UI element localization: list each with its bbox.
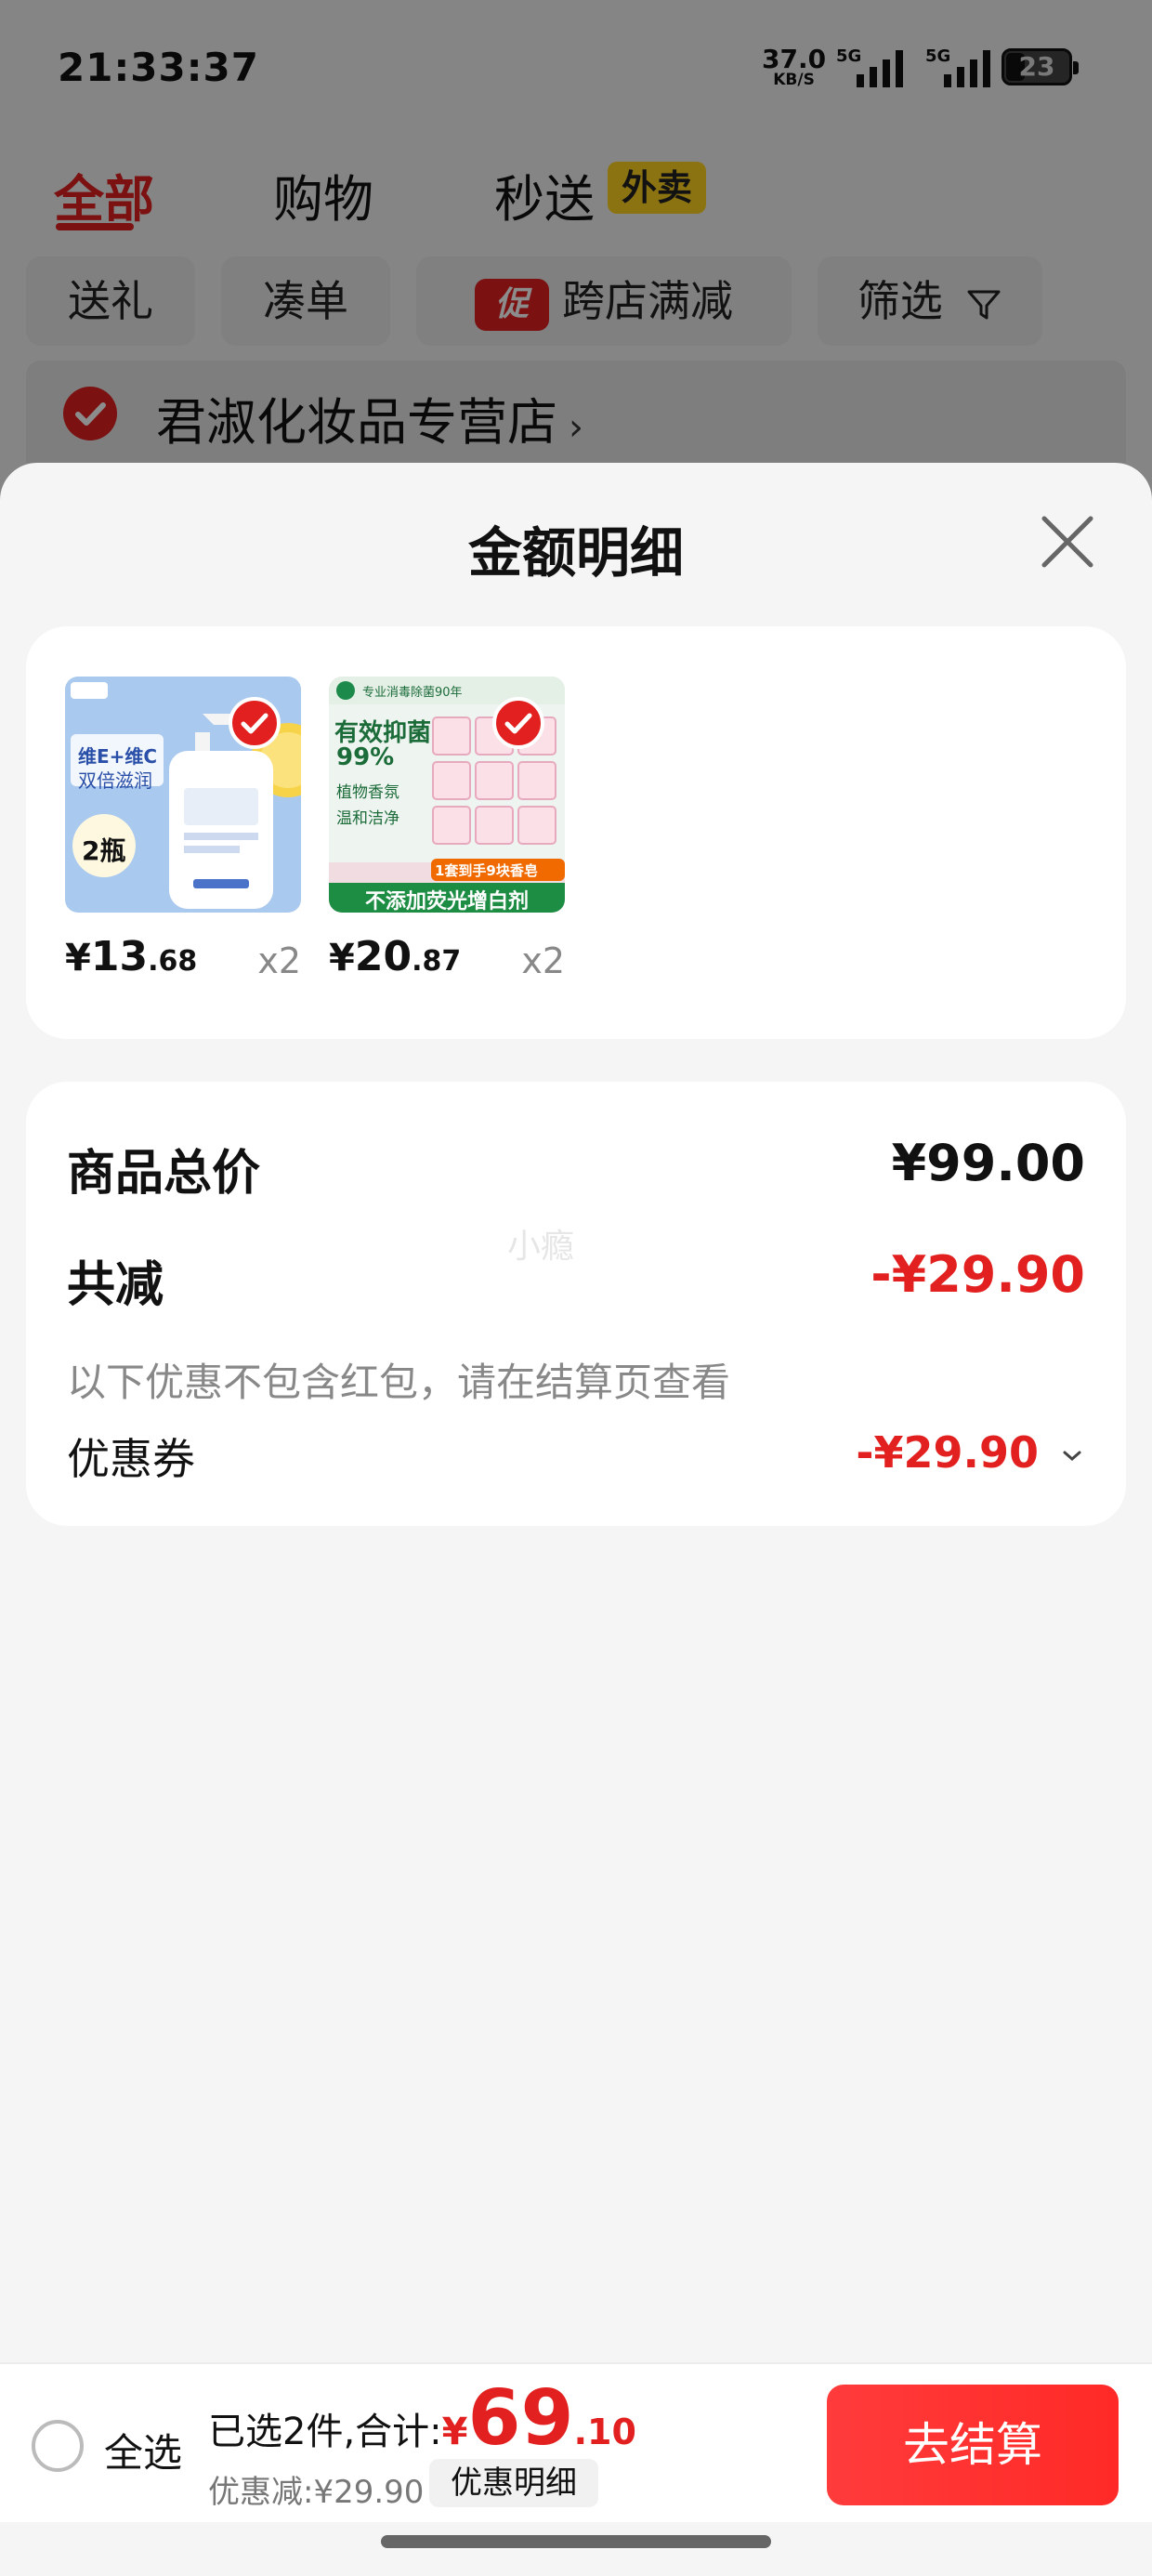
checkout-bar: 全选 已选2件,合计:¥69.10 优惠减:¥29.90 优惠明细 去结算 [0,2362,1152,2522]
product-image-text: 专业消毒除菌90年 [362,686,463,700]
product-image-tag: 1套到手9块香皂 [435,862,538,879]
total-decimal: .10 [573,2412,636,2452]
product-checked-icon[interactable] [492,697,544,749]
product-image-text: 维E+维C [78,745,158,768]
product-image-soap[interactable]: 专业消毒除菌90年 有效抑菌 99% 植物香氛 温和洁净 1套到手9块香皂 不添… [329,677,565,913]
price-integer: 13 [90,933,149,980]
product-quantity: x2 [257,940,301,981]
product-image-badge: 2瓶 [82,835,126,866]
discount-label: 共减 [67,1257,164,1313]
product-item[interactable]: 维E+维C 双倍滋润 2瓶 ¥13.68 x2 [65,677,301,981]
discount-summary: 优惠减:¥29.90 [208,2474,425,2511]
selected-count-label: 已选2件,合计: [208,2411,442,2453]
product-quantity: x2 [521,940,565,981]
selected-total: 已选2件,合计:¥69.10 [208,2381,636,2457]
coupon-label[interactable]: 优惠券 [67,1426,195,1487]
product-price: ¥13.68 [65,933,197,980]
price-integer: 20 [354,933,412,980]
chevron-down-icon [1063,1451,1081,1461]
total-integer: 69 [467,2374,574,2463]
product-image-text: 双倍滋润 [78,769,152,792]
product-image-banner: 不添加荧光增白剂 [364,890,529,913]
app-root: 21:33:37 37.0 KB/S 5G 5G 23 全部 购物 秒送 外卖 … [0,0,1152,2576]
sheet-title: 金额明细 [467,521,684,585]
home-indicator[interactable] [381,2535,771,2548]
products-card: 维E+维C 双倍滋润 2瓶 ¥13.68 x2 专业消毒除菌90年 有效抑菌 9… [26,626,1126,1039]
amount-detail-sheet: 金额明细 维E+维C 双倍滋润 2瓶 ¥13.68 x2 专业消毒除菌90年 有… [0,463,1152,2576]
discount-value: -¥29.90 [871,1245,1085,1304]
close-icon[interactable] [1035,509,1100,574]
product-checked-icon[interactable] [229,697,281,749]
total-symbol: ¥ [441,2411,468,2453]
product-image-text: 99% [336,743,395,771]
background-page: 21:33:37 37.0 KB/S 5G 5G 23 全部 购物 秒送 外卖 … [0,0,1152,520]
price-symbol: ¥ [329,937,355,979]
coupon-amount: -¥29.90 [856,1427,1039,1478]
price-decimal: .87 [412,945,462,978]
product-item[interactable]: 专业消毒除菌90年 有效抑菌 99% 植物香氛 温和洁净 1套到手9块香皂 不添… [329,677,565,981]
price-decimal: .68 [148,945,198,978]
coupon-value[interactable]: -¥29.90 [856,1427,1085,1478]
product-price: ¥20.87 [329,933,461,980]
discount-detail-button[interactable]: 优惠明细 [429,2459,598,2507]
select-all-radio[interactable] [32,2420,84,2472]
watermark-text: 小瘾 [507,1228,575,1266]
total-price-label: 商品总价 [67,1146,261,1202]
price-symbol: ¥ [65,937,91,979]
price-summary-card: 商品总价 ¥99.00 共减 -¥29.90 以下优惠不包含红包，请在结算页查看… [26,1082,1126,1526]
total-price-value: ¥99.00 [891,1134,1085,1192]
select-all-label[interactable]: 全选 [104,2422,182,2478]
product-image-text: 温和洁净 [336,809,399,828]
modal-overlay[interactable] [0,0,1152,520]
discount-note: 以下优惠不包含红包，请在结算页查看 [67,1360,731,1405]
product-image-text: 植物香氛 [336,783,399,802]
product-image-lotion[interactable]: 维E+维C 双倍滋润 2瓶 [65,677,301,913]
checkout-button[interactable]: 去结算 [827,2385,1119,2505]
